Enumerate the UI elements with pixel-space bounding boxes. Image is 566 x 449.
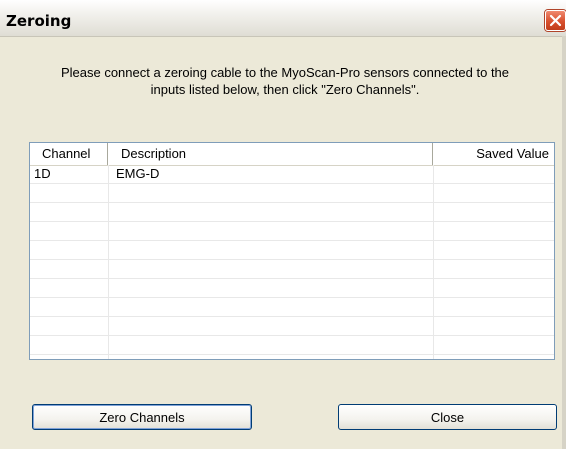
cell-description bbox=[108, 317, 433, 335]
close-window-button[interactable] bbox=[545, 10, 566, 31]
close-button[interactable]: Close bbox=[338, 404, 557, 430]
cell-saved-value bbox=[433, 165, 554, 183]
table-row[interactable] bbox=[30, 184, 554, 203]
cell-saved-value bbox=[433, 222, 554, 240]
table-row[interactable] bbox=[30, 298, 554, 317]
cell-channel bbox=[30, 222, 108, 240]
cell-channel bbox=[30, 298, 108, 316]
table-row[interactable]: 1D EMG-D bbox=[30, 165, 554, 184]
table-row[interactable] bbox=[30, 203, 554, 222]
cell-channel: 1D bbox=[34, 166, 51, 181]
cell-channel bbox=[30, 241, 108, 259]
column-header-saved-value[interactable]: Saved Value bbox=[433, 143, 554, 165]
cell-channel bbox=[30, 279, 108, 297]
cell-description bbox=[108, 336, 433, 354]
zero-channels-button[interactable]: Zero Channels bbox=[32, 404, 252, 430]
window-title: Zeroing bbox=[6, 12, 72, 30]
table-header: Channel Description Saved Value bbox=[30, 143, 554, 166]
cell-saved-value bbox=[433, 336, 554, 354]
cell-saved-value bbox=[433, 279, 554, 297]
cell-description bbox=[108, 184, 433, 202]
channel-table[interactable]: Channel Description Saved Value 1D EMG-D bbox=[29, 142, 555, 360]
instruction-line-1: Please connect a zeroing cable to the My… bbox=[60, 65, 510, 80]
column-header-description[interactable]: Description bbox=[108, 143, 433, 165]
cell-description: EMG-D bbox=[116, 166, 160, 181]
cell-channel bbox=[30, 317, 108, 335]
table-row[interactable] bbox=[30, 260, 554, 279]
table-row[interactable] bbox=[30, 279, 554, 298]
cell-channel bbox=[30, 336, 108, 354]
close-icon bbox=[549, 14, 562, 27]
instruction-line-2: inputs listed below, then click "Zero Ch… bbox=[150, 82, 420, 97]
table-row[interactable] bbox=[30, 336, 554, 355]
table-row[interactable] bbox=[30, 317, 554, 336]
cell-description bbox=[108, 241, 433, 259]
cell-saved-value bbox=[433, 203, 554, 221]
cell-description bbox=[108, 279, 433, 297]
cell-saved-value bbox=[433, 184, 554, 202]
window-border bbox=[562, 36, 566, 449]
cell-description bbox=[108, 298, 433, 316]
cell-saved-value bbox=[433, 260, 554, 278]
title-bar[interactable]: Zeroing bbox=[0, 0, 566, 37]
instruction-message: Please connect a zeroing cable to the My… bbox=[20, 64, 550, 98]
table-row[interactable] bbox=[30, 222, 554, 241]
cell-description bbox=[108, 203, 433, 221]
column-header-channel[interactable]: Channel bbox=[30, 143, 108, 165]
table-body: 1D EMG-D bbox=[30, 165, 554, 355]
cell-saved-value bbox=[433, 241, 554, 259]
table-row[interactable] bbox=[30, 241, 554, 260]
cell-description bbox=[108, 222, 433, 240]
cell-saved-value bbox=[433, 317, 554, 335]
cell-description bbox=[108, 260, 433, 278]
cell-channel bbox=[30, 260, 108, 278]
cell-channel bbox=[30, 184, 108, 202]
zeroing-dialog: Zeroing Please connect a zeroing cable t… bbox=[0, 0, 566, 449]
cell-saved-value bbox=[433, 298, 554, 316]
cell-channel bbox=[30, 203, 108, 221]
